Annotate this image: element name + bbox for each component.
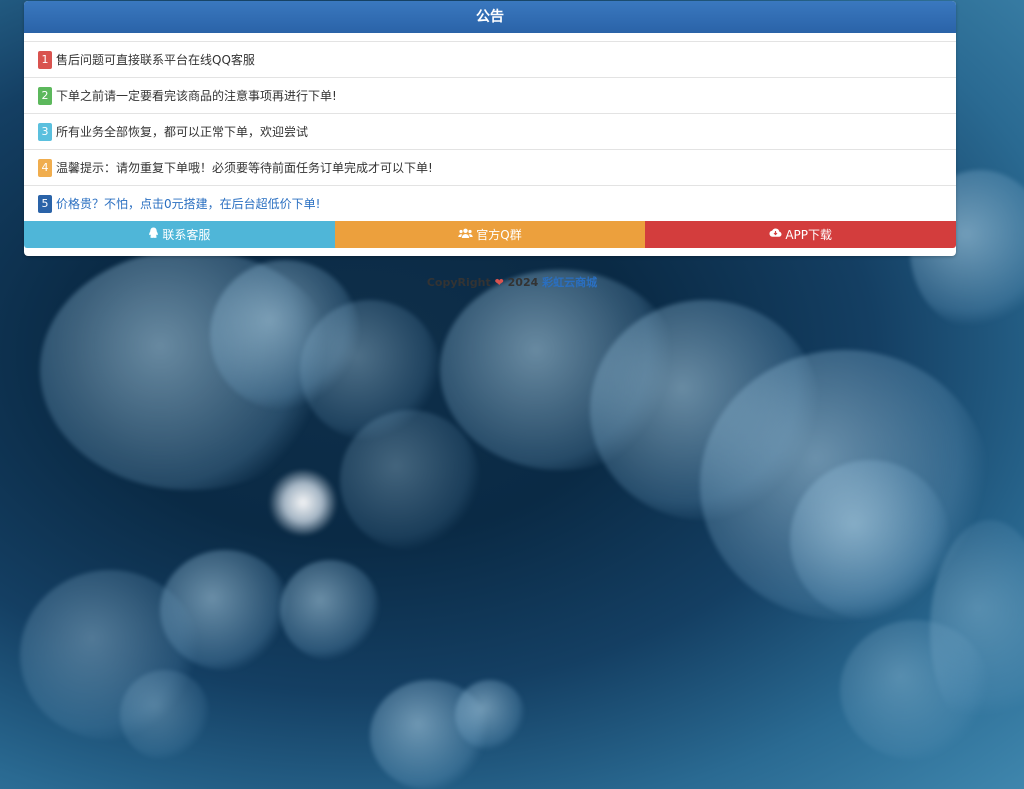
notice-text: 所有业务全部恢复，都可以正常下单，欢迎尝试 [56,125,309,139]
notice-badge: 3 [38,122,52,141]
notice-item: 4 温馨提示：请勿重复下单哦！必须要等待前面任务订单完成才可以下单! [24,149,956,185]
copyright-text: CopyRight [426,276,491,289]
notice-item-build-link[interactable]: 5 价格贵？不怕，点击0元搭建，在后台超低价下单! [24,185,956,221]
contact-service-label: 联系客服 [162,228,211,242]
notice-text[interactable]: 价格贵？不怕，点击0元搭建，在后台超低价下单! [56,195,320,212]
notice-title: 公告 [24,1,956,33]
notice-text: 售后问题可直接联系平台在线QQ客服 [56,53,255,67]
contact-service-button[interactable]: 联系客服 [24,221,335,248]
notice-text: 下单之前请一定要看完该商品的注意事项再进行下单! [56,89,337,103]
app-download-label: APP下载 [785,228,833,242]
notice-badge: 2 [38,86,52,105]
official-qq-group-label: 官方Q群 [476,228,522,242]
notice-text: 温馨提示：请勿重复下单哦！必须要等待前面任务订单完成才可以下单! [56,161,433,175]
notice-list: 1 售后问题可直接联系平台在线QQ客服 2 下单之前请一定要看完该商品的注意事项… [24,41,956,221]
copyright-year: 2024 [507,276,539,289]
action-button-row: 联系客服 官方Q群 APP下载 [24,221,957,248]
cloud-download-icon [769,228,782,241]
users-icon [458,228,473,242]
notice-item: 1 售后问题可直接联系平台在线QQ客服 [24,41,956,77]
notice-badge: 4 [38,158,52,177]
notice-item: 2 下单之前请一定要看完该商品的注意事项再进行下单! [24,77,956,113]
qq-icon [148,227,159,242]
footer: CopyRight ❤ 2024 彩虹云商城 [0,274,1024,290]
brand-link[interactable]: 彩虹云商城 [542,276,597,289]
notice-item: 3 所有业务全部恢复，都可以正常下单，欢迎尝试 [24,113,956,149]
notice-badge: 1 [38,50,52,69]
notice-badge: 5 [38,194,52,213]
heart-icon: ❤ [494,276,504,289]
notice-panel: 公告 1 售后问题可直接联系平台在线QQ客服 2 下单之前请一定要看完该商品的注… [24,1,957,256]
app-download-button[interactable]: APP下载 [645,221,957,248]
official-qq-group-button[interactable]: 官方Q群 [334,221,646,248]
